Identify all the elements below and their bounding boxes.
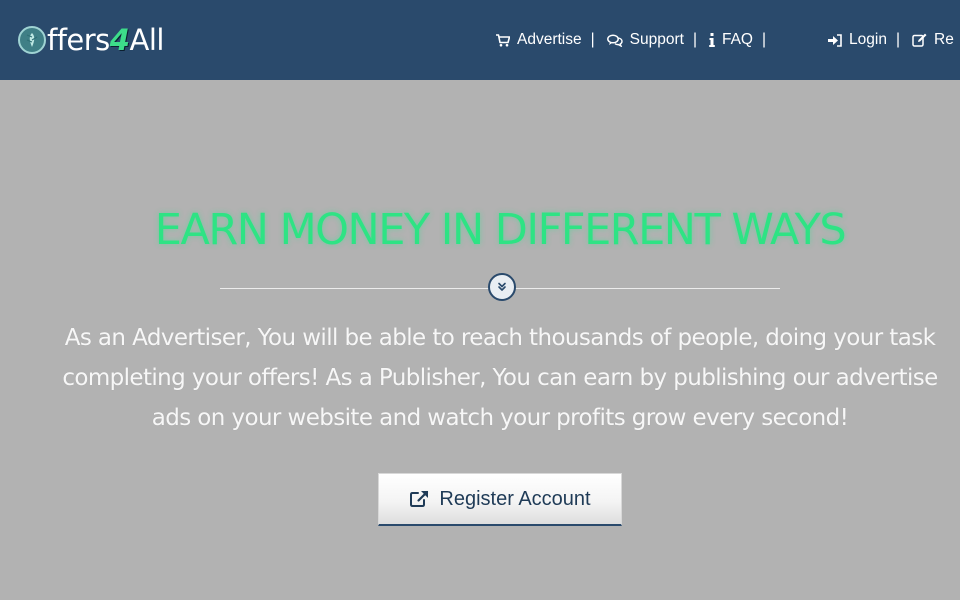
shopping-cart-icon bbox=[496, 33, 510, 46]
nav-support-label: Support bbox=[629, 31, 684, 48]
sign-in-icon bbox=[828, 33, 842, 47]
hero-title: EARN MONEY IN DIFFERENT WAYS bbox=[154, 205, 847, 255]
nav-faq-label: FAQ bbox=[721, 31, 753, 48]
register-account-button[interactable]: Register Account bbox=[378, 473, 622, 526]
nav-separator: | bbox=[895, 31, 900, 48]
nav-faq[interactable]: FAQ bbox=[709, 31, 753, 49]
nav-advertise-label: Advertise bbox=[517, 31, 582, 48]
logo-text-four: 4 bbox=[109, 23, 130, 57]
nav-advertise[interactable]: Advertise bbox=[496, 31, 582, 49]
main-nav: Advertise | Support | FAQ | Login | Re bbox=[496, 0, 954, 80]
edit-icon bbox=[912, 33, 927, 47]
scroll-down-button[interactable] bbox=[488, 273, 516, 301]
logo-text: ffers4All bbox=[47, 22, 164, 58]
external-link-icon bbox=[410, 490, 429, 507]
hero-description-line: completing your offers! As a Publisher, … bbox=[62, 365, 938, 391]
nav-login[interactable]: Login bbox=[828, 31, 887, 49]
nav-login-label: Login bbox=[849, 31, 887, 48]
hero-description-line: ads on your website and watch your profi… bbox=[151, 405, 849, 431]
nav-register[interactable]: Re bbox=[912, 31, 954, 49]
leaf-globe-icon bbox=[18, 26, 46, 54]
logo-text-post: All bbox=[129, 23, 164, 57]
hero-description: As an Advertiser, You will be able to re… bbox=[0, 318, 960, 438]
nav-register-label: Re bbox=[934, 31, 954, 48]
hero-description-line: As an Advertiser, You will be able to re… bbox=[64, 325, 936, 351]
chat-bubbles-icon bbox=[606, 33, 623, 47]
info-icon bbox=[709, 33, 715, 47]
nav-separator: | bbox=[590, 31, 595, 48]
top-header: ffers4All Advertise | Support | FAQ | Lo… bbox=[0, 0, 960, 80]
logo-text-pre: ffers bbox=[47, 23, 110, 57]
site-logo[interactable]: ffers4All bbox=[18, 22, 164, 58]
nav-separator: | bbox=[762, 31, 767, 48]
nav-separator: | bbox=[692, 31, 697, 48]
register-account-label: Register Account bbox=[439, 487, 591, 510]
nav-support[interactable]: Support bbox=[606, 31, 684, 49]
double-chevron-down-icon bbox=[498, 282, 506, 291]
